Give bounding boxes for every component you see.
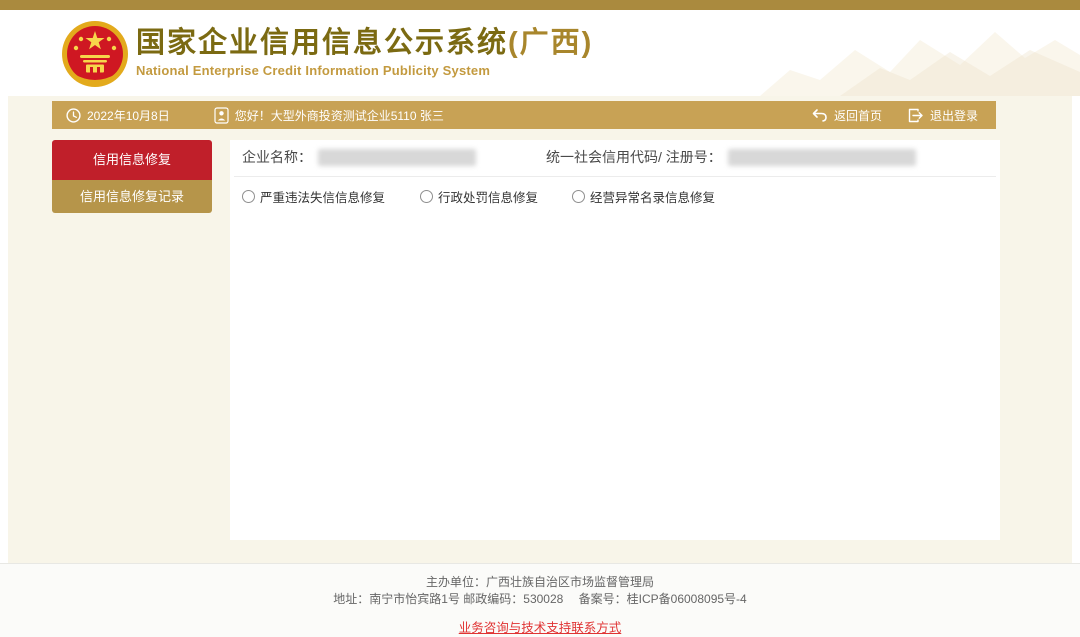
credit-code-label: 统一社会信用代码/ 注册号： bbox=[546, 147, 722, 167]
radio-label: 行政处罚信息修复 bbox=[438, 187, 538, 206]
mountain-watermark-art bbox=[760, 10, 1080, 96]
page-subtitle: National Enterprise Credit Information P… bbox=[136, 63, 593, 78]
footer: 主办单位：广西壮族自治区市场监督管理局 地址：南宁市怡宾路1号 邮政编码：530… bbox=[0, 563, 1080, 637]
page-title: 国家企业信用信息公示系统(广西) bbox=[136, 26, 593, 60]
sidebar-item-credit-repair-records[interactable]: 信用信息修复记录 bbox=[52, 180, 212, 213]
title-main: 国家企业信用信息公示系统 bbox=[136, 27, 508, 59]
radio-serious-violation-repair[interactable]: 严重违法失信信息修复 bbox=[242, 187, 420, 206]
company-name-label: 企业名称： bbox=[242, 147, 312, 167]
navbar-right: 返回首页 退出登录 bbox=[811, 107, 996, 124]
radio-circle-icon[interactable] bbox=[420, 190, 433, 203]
date-text: 2022年10月8日 bbox=[87, 107, 170, 124]
title-region: (广西) bbox=[508, 27, 593, 59]
greeting-text: 您好！大型外商投资测试企业5110 张三 bbox=[235, 107, 444, 124]
radio-label: 经营异常名录信息修复 bbox=[590, 187, 715, 206]
page: 国家企业信用信息公示系统(广西) National Enterprise Cre… bbox=[0, 0, 1080, 637]
return-home-label: 返回首页 bbox=[834, 107, 882, 124]
navbar-left: 2022年10月8日 您好！大型外商投资测试企业5110 张三 bbox=[52, 107, 444, 124]
title-block: 国家企业信用信息公示系统(广西) National Enterprise Cre… bbox=[136, 26, 593, 78]
footer-address: 地址：南宁市怡宾路1号 邮政编码：530028 备案号：桂ICP备0600809… bbox=[0, 591, 1080, 608]
sidebar-item-credit-repair[interactable]: 信用信息修复 bbox=[52, 140, 212, 180]
top-gold-strip bbox=[0, 0, 1080, 10]
credit-code-value-redacted bbox=[728, 149, 916, 166]
return-home-button[interactable]: 返回首页 bbox=[811, 107, 882, 124]
sidebar: 信用信息修复 信用信息修复记录 bbox=[52, 140, 212, 213]
radio-admin-penalty-repair[interactable]: 行政处罚信息修复 bbox=[420, 187, 572, 206]
logout-label: 退出登录 bbox=[930, 107, 978, 124]
main-panel: 企业名称： 统一社会信用代码/ 注册号： 严重违法失信信息修复 行政处罚信息修复… bbox=[230, 140, 1000, 540]
user-greeting: 您好！大型外商投资测试企业5110 张三 bbox=[214, 107, 444, 124]
logout-button[interactable]: 退出登录 bbox=[908, 107, 978, 124]
radio-label: 严重违法失信信息修复 bbox=[260, 187, 385, 206]
site-header: 国家企业信用信息公示系统(广西) National Enterprise Cre… bbox=[0, 10, 1080, 96]
user-icon bbox=[214, 107, 229, 124]
repair-type-options: 严重违法失信信息修复 行政处罚信息修复 经营异常名录信息修复 bbox=[242, 184, 992, 208]
company-name-value-redacted bbox=[318, 149, 476, 166]
radio-circle-icon[interactable] bbox=[242, 190, 255, 203]
radio-circle-icon[interactable] bbox=[572, 190, 585, 203]
support-contact-link[interactable]: 业务咨询与技术支持联系方式 bbox=[459, 617, 622, 636]
logout-icon bbox=[908, 108, 924, 123]
navbar: 2022年10月8日 您好！大型外商投资测试企业5110 张三 返回首页 bbox=[52, 101, 996, 129]
back-arrow-icon bbox=[811, 108, 828, 122]
date-display: 2022年10月8日 bbox=[66, 107, 170, 124]
company-info-row: 企业名称： 统一社会信用代码/ 注册号： bbox=[230, 140, 1000, 174]
footer-organizer: 主办单位：广西壮族自治区市场监督管理局 bbox=[0, 574, 1080, 591]
radio-abnormal-list-repair[interactable]: 经营异常名录信息修复 bbox=[572, 187, 715, 206]
panel-divider bbox=[234, 176, 996, 177]
clock-icon bbox=[66, 108, 81, 123]
national-emblem-logo bbox=[60, 18, 130, 90]
